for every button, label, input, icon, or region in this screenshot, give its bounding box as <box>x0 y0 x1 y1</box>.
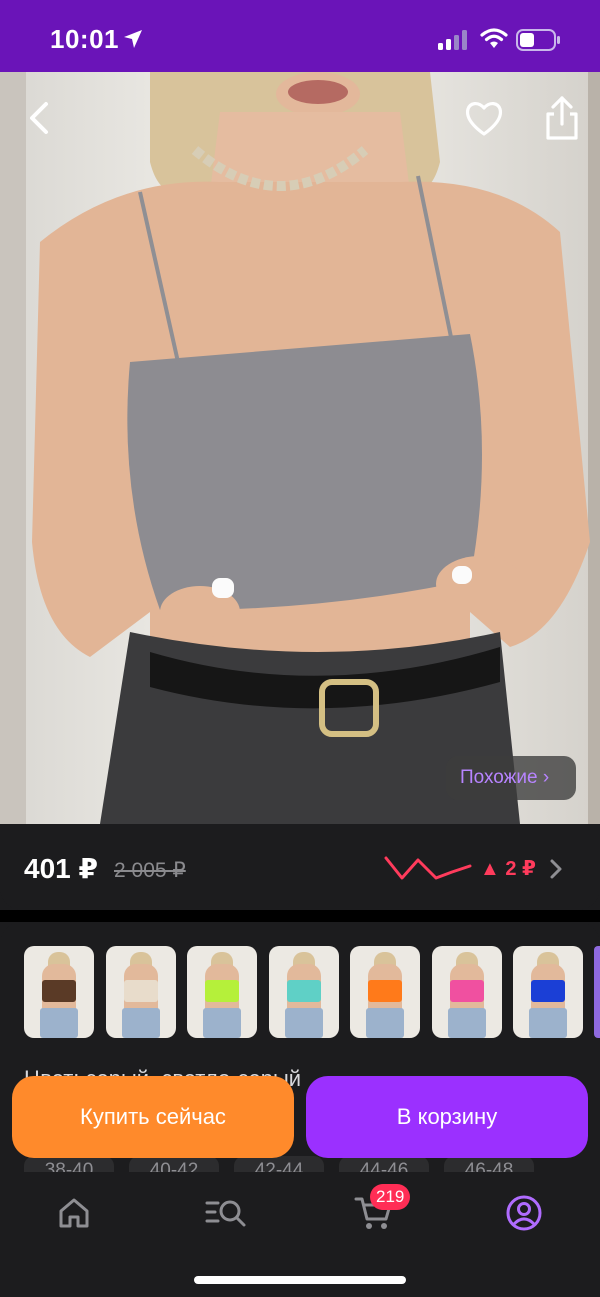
size-chip[interactable]: 40-42 <box>129 1156 219 1172</box>
size-chip[interactable]: 46-48 <box>444 1156 534 1172</box>
color-swatch-mint[interactable] <box>268 946 339 1038</box>
tab-catalog[interactable] <box>196 1190 256 1236</box>
color-swatch-orange[interactable] <box>350 946 420 1038</box>
swatch-top-color <box>123 980 158 1002</box>
section-divider <box>0 910 600 922</box>
color-swatch-brown[interactable] <box>24 946 94 1038</box>
buy-now-button[interactable]: Купить сейчас <box>12 1076 294 1158</box>
swatch-jeans <box>529 1008 567 1038</box>
status-bar: 10:01 <box>0 0 600 72</box>
status-time: 10:01 <box>50 24 119 54</box>
similar-products-button[interactable]: Похожие › <box>446 756 576 800</box>
swatch-jeans <box>284 1008 323 1038</box>
bottom-tab-bar: 219 <box>0 1172 600 1297</box>
battery-icon <box>516 29 560 51</box>
swatch-jeans <box>121 1008 160 1038</box>
product-photo[interactable]: Похожие › <box>0 72 600 824</box>
swatch-jeans <box>40 1008 78 1038</box>
swatch-jeans <box>366 1008 404 1038</box>
size-chip[interactable]: 42-44 <box>234 1156 324 1172</box>
swatch-jeans <box>203 1008 241 1038</box>
cellular-signal-icon <box>438 30 467 50</box>
swatch-top-color <box>42 980 76 1002</box>
home-indicator <box>194 1276 406 1284</box>
model-illustration <box>32 72 590 824</box>
catalog-search-icon <box>205 1200 246 1227</box>
wifi-icon <box>480 28 508 48</box>
price-panel[interactable]: 401 ₽ 2 005 ₽ ▲ 2 ₽ <box>0 824 600 910</box>
color-swatch-beige[interactable] <box>105 946 176 1038</box>
favorite-heart-icon[interactable] <box>462 96 506 140</box>
old-price: 2 005 ₽ <box>114 859 186 882</box>
swatch-top-color <box>205 980 239 1002</box>
tab-home[interactable] <box>44 1190 104 1236</box>
selected-swatch-edge[interactable] <box>594 946 600 1038</box>
share-icon[interactable] <box>540 94 584 142</box>
chevron-right-icon[interactable] <box>548 858 564 880</box>
cart-count-badge: 219 <box>370 1184 411 1210</box>
price-change: ▲ 2 ₽ <box>480 858 536 880</box>
profile-icon <box>506 1195 542 1231</box>
swatch-jeans <box>447 1008 486 1038</box>
color-swatch-lime[interactable] <box>187 946 257 1038</box>
back-chevron-icon[interactable] <box>18 96 62 140</box>
add-to-cart-button[interactable]: В корзину <box>306 1076 588 1158</box>
price-history-sparkline-icon <box>384 856 472 880</box>
size-chip[interactable]: 38-40 <box>24 1156 114 1172</box>
swatch-top-color <box>449 980 484 1002</box>
current-price: 401 ₽ <box>24 853 98 884</box>
color-swatch-pink[interactable] <box>431 946 502 1038</box>
swatch-top-color <box>368 980 402 1002</box>
home-icon <box>59 1198 89 1228</box>
tab-profile[interactable] <box>494 1190 554 1236</box>
location-arrow-icon <box>124 30 142 48</box>
swatch-top-color <box>531 980 565 1002</box>
swatch-top-color <box>286 980 321 1002</box>
color-swatch-blue[interactable] <box>513 946 583 1038</box>
size-chip[interactable]: 44-46 <box>339 1156 429 1172</box>
